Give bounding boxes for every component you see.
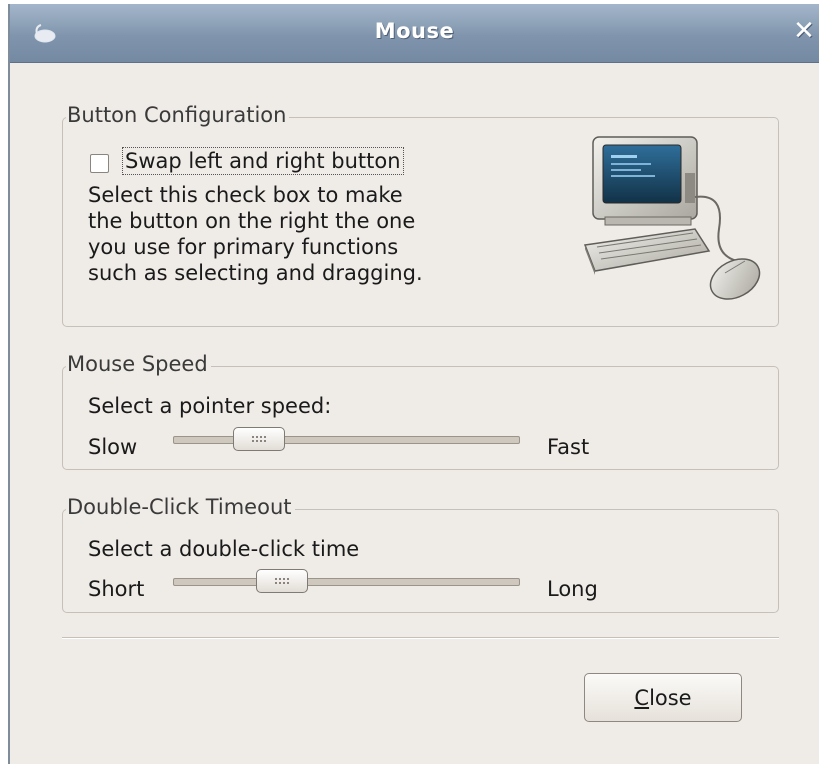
- title-bar[interactable]: Mouse ✕: [10, 4, 819, 63]
- close-window-icon[interactable]: ✕: [791, 17, 817, 45]
- description-line: such as selecting and dragging.: [88, 261, 423, 285]
- double-click-timeout-group: Double-Click Timeout: [62, 495, 779, 613]
- pointer-speed-prompt: Select a pointer speed:: [88, 394, 332, 418]
- double-click-timeout-label: Double-Click Timeout: [66, 495, 295, 519]
- pointer-speed-slider-handle[interactable]: [233, 427, 285, 451]
- double-click-slider[interactable]: [173, 569, 520, 593]
- swap-buttons-label[interactable]: Swap left and right button: [122, 147, 404, 175]
- grip-icon: [274, 577, 290, 586]
- description-line: Select this check box to make: [88, 183, 403, 207]
- computer-with-mouse-icon: [583, 136, 761, 300]
- long-label: Long: [547, 577, 598, 601]
- fast-label: Fast: [547, 435, 590, 459]
- mouse-speed-label: Mouse Speed: [66, 352, 211, 376]
- swap-buttons-description: Select this check box to make the button…: [88, 182, 508, 286]
- close-button-label: lose: [649, 686, 692, 710]
- close-button-mnemonic: C: [634, 686, 650, 710]
- pointer-speed-slider[interactable]: [173, 427, 520, 451]
- double-click-prompt: Select a double-click time: [88, 537, 360, 561]
- mouse-preferences-window: Mouse ✕ Button Configuration Swap left a…: [8, 4, 819, 764]
- short-label: Short: [88, 577, 145, 601]
- button-configuration-label: Button Configuration: [66, 103, 290, 127]
- swap-buttons-checkbox[interactable]: [90, 154, 109, 173]
- separator: [62, 637, 779, 639]
- close-button[interactable]: Close: [584, 673, 742, 722]
- double-click-slider-handle[interactable]: [256, 569, 308, 593]
- slow-label: Slow: [88, 435, 138, 459]
- window-title: Mouse: [374, 19, 455, 43]
- mouse-speed-group: Mouse Speed: [62, 352, 779, 470]
- description-line: you use for primary functions: [88, 235, 399, 259]
- description-line: the button on the right the one: [88, 209, 416, 233]
- grip-icon: [251, 435, 267, 444]
